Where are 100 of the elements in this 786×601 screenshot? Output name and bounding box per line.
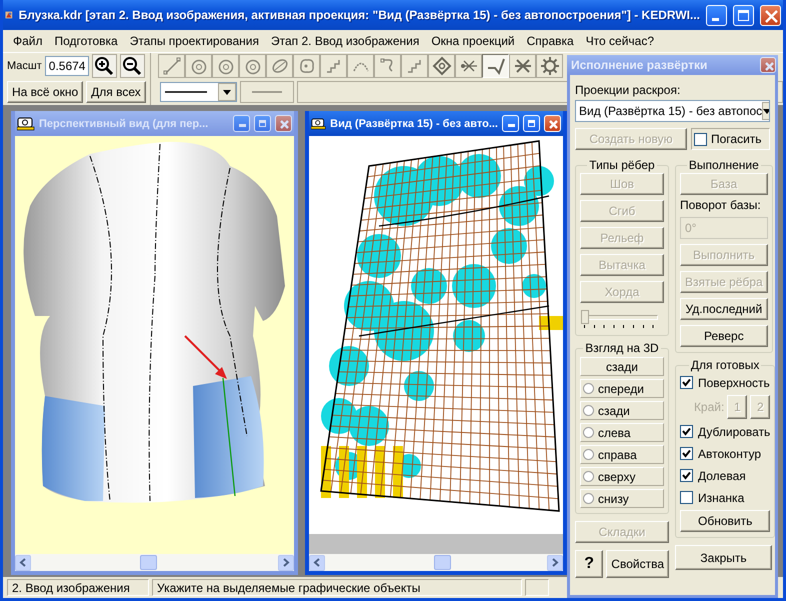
- line-width-button[interactable]: [240, 81, 294, 103]
- toolbar-button[interactable]: [374, 54, 401, 78]
- radio-button[interactable]: [583, 471, 594, 482]
- status-text: Укажите на выделяемые графические объекты: [152, 579, 522, 596]
- toolbar-button[interactable]: [239, 54, 266, 78]
- checkmark-icon: [486, 56, 506, 76]
- diamond-icon: [432, 56, 452, 76]
- checkbox-label: Погасить: [711, 132, 762, 146]
- group-title: Типы рёбер: [588, 158, 656, 172]
- menu-item[interactable]: Этап 2. Ввод изображения: [265, 32, 426, 50]
- status-pane: [525, 579, 549, 596]
- checkbox[interactable]: [680, 425, 693, 438]
- horizontal-scrollbar[interactable]: [309, 554, 563, 571]
- zoom-in-icon: [94, 56, 114, 76]
- toolbar-button[interactable]: [455, 54, 482, 78]
- radio-button[interactable]: [583, 493, 594, 504]
- slider-thumb[interactable]: [581, 310, 589, 324]
- checkbox-label: Автоконтур: [698, 446, 762, 460]
- panel-title: Исполнение развёртки: [571, 58, 708, 72]
- radio-button[interactable]: [583, 405, 594, 416]
- radio-label: снизу: [598, 492, 629, 506]
- window-title: Вид (Развёртка 15) - без авто...: [330, 118, 498, 130]
- checkbox[interactable]: [694, 132, 707, 146]
- minimize-button[interactable]: [502, 115, 519, 132]
- maximize-button[interactable]: [523, 115, 540, 132]
- menu-item[interactable]: Подготовка: [48, 32, 124, 50]
- toolbar-button[interactable]: [482, 54, 509, 78]
- window-title: Перспективный вид (для пер...: [39, 118, 210, 130]
- toolbar-button[interactable]: [212, 54, 239, 78]
- toolbar-button[interactable]: [293, 54, 320, 78]
- checkbox-label: Изнанка: [698, 490, 744, 504]
- toolbar-button[interactable]: [536, 54, 563, 78]
- close-button[interactable]: [760, 57, 776, 73]
- zoom-out-icon: [122, 56, 142, 76]
- close-dialog-button[interactable]: Закрыть: [675, 545, 772, 570]
- menu-item[interactable]: Этапы проектирования: [124, 32, 265, 50]
- toolbar-button[interactable]: [509, 54, 536, 78]
- close-button[interactable]: [544, 115, 561, 132]
- update-button[interactable]: Обновить: [680, 510, 770, 532]
- radio-button[interactable]: [583, 383, 594, 394]
- field-label: Проекции раскроя:: [575, 83, 682, 97]
- checkbox-label: Долевая: [698, 468, 746, 482]
- gear-icon: [540, 56, 560, 76]
- checkbox[interactable]: [680, 491, 693, 504]
- dropdown-arrow-icon: [763, 108, 769, 114]
- toolbar-button[interactable]: [347, 54, 374, 78]
- action-button[interactable]: Уд.последний: [680, 298, 768, 320]
- action-button[interactable]: Реверс: [680, 325, 768, 347]
- apply-all-button[interactable]: Для всех: [86, 81, 146, 103]
- checkbox[interactable]: [680, 376, 693, 389]
- edge-label: Край:: [694, 400, 724, 414]
- menu-item[interactable]: Окна проекций: [425, 32, 521, 50]
- toolbar-button[interactable]: [428, 54, 455, 78]
- close-icon: [548, 119, 559, 130]
- close-icon: [279, 119, 290, 130]
- checkbox-label: Поверхность: [698, 376, 770, 390]
- properties-button[interactable]: Свойства: [606, 550, 669, 578]
- field-label: Поворот базы:: [680, 198, 762, 212]
- radio-button[interactable]: [583, 449, 594, 460]
- help-button[interactable]: ?: [575, 550, 604, 578]
- thin-line-icon: [250, 90, 284, 94]
- checkbox[interactable]: [680, 469, 693, 482]
- line-tool-icon: [162, 56, 182, 76]
- toolbar-button[interactable]: [320, 54, 347, 78]
- line-style-dropdown[interactable]: [160, 82, 237, 102]
- toolbar-button[interactable]: [401, 54, 428, 78]
- window-title: Блузка.kdr [этап 2. Ввод изображения, активная проекция: "Вид (Развёртка 15) - без автопостроения"] - KEDRWI...: [18, 8, 700, 22]
- group-title: Взгляд на 3D: [584, 341, 660, 355]
- scale-field[interactable]: 0.5674: [44, 56, 89, 76]
- radio-button[interactable]: [583, 427, 594, 438]
- zoom-in-button[interactable]: [92, 54, 117, 78]
- status-text: 2. Ввод изображения: [7, 579, 149, 596]
- maximize-button[interactable]: [733, 4, 754, 26]
- checkbox[interactable]: [680, 447, 693, 460]
- radio-label: слева: [598, 426, 631, 440]
- close-icon: [764, 61, 775, 72]
- close-button[interactable]: [760, 4, 781, 26]
- dropdown-arrow-icon: [223, 90, 231, 94]
- radio-label: спереди: [598, 382, 644, 396]
- menu-item[interactable]: Файл: [7, 32, 49, 50]
- group-title: Выполнение: [688, 158, 760, 172]
- fit-window-button[interactable]: На всё окно: [7, 81, 84, 103]
- group-title: Для готовых: [690, 358, 760, 372]
- toolbar-button[interactable]: [158, 54, 185, 78]
- window-icon: [17, 116, 35, 130]
- menu-item[interactable]: Что сейчас?: [580, 32, 660, 50]
- current-view-label: сзади: [580, 357, 664, 376]
- radio-label: справа: [598, 448, 637, 462]
- scale-label: Масшт: [7, 60, 42, 72]
- minimize-button[interactable]: [706, 4, 727, 26]
- projection-dropdown[interactable]: Вид (Развёртка 15) - без автопос: [575, 100, 770, 122]
- toolbar-button[interactable]: [266, 54, 293, 78]
- radio-label: сзади: [598, 404, 630, 418]
- checkbox-label: Дублировать: [698, 424, 770, 438]
- menu-item[interactable]: Справка: [520, 32, 580, 50]
- close-icon: [764, 8, 779, 24]
- zoom-out-button[interactable]: [120, 54, 145, 78]
- radio-label: сверху: [598, 470, 636, 484]
- scroll-thumb[interactable]: [434, 555, 451, 570]
- window-icon: [311, 116, 326, 130]
